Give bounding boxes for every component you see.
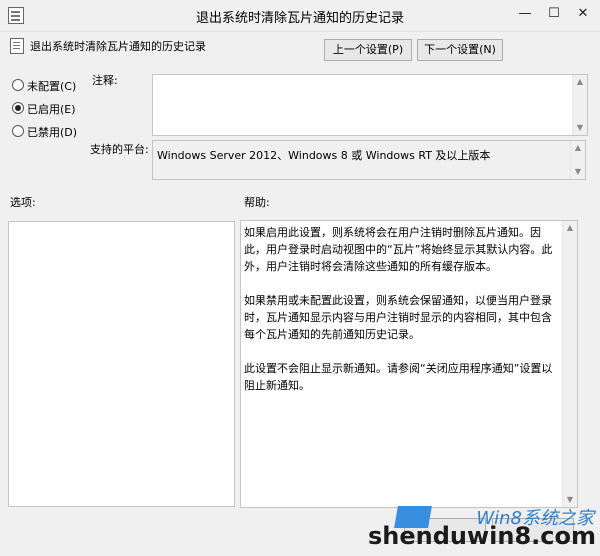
- policy-document-icon: [10, 38, 24, 54]
- comment-scrollbar[interactable]: ▲ ▼: [572, 75, 587, 135]
- policy-name: 退出系统时清除瓦片通知的历史记录: [30, 40, 206, 53]
- options-label: 选项:: [10, 196, 36, 209]
- maximize-button[interactable]: ☐: [541, 4, 567, 24]
- scroll-up-arrow-icon[interactable]: ▲: [573, 143, 583, 153]
- radio-not-configured[interactable]: 未配置(C): [12, 78, 76, 94]
- radio-circle-icon[interactable]: [12, 125, 24, 137]
- scroll-down-arrow-icon[interactable]: ▼: [575, 123, 585, 133]
- radio-circle-icon[interactable]: [12, 79, 24, 91]
- help-paragraph: 此设置不会阻止显示新通知。请参阅“关闭应用程序通知”设置以阻止新通知。: [244, 362, 553, 392]
- comment-label: 注释:: [92, 74, 118, 87]
- help-pane: 如果启用此设置，则系统将会在用户注销时删除瓦片通知。因此，用户登录时启动视图中的…: [240, 220, 578, 508]
- platform-value: Windows Server 2012、Windows 8 或 Windows …: [157, 149, 491, 162]
- radio-circle-checked-icon[interactable]: [12, 102, 24, 114]
- radio-label: 已启用(E): [27, 103, 76, 116]
- help-text: 如果启用此设置，则系统将会在用户注销时删除瓦片通知。因此，用户登录时启动视图中的…: [244, 224, 559, 411]
- radio-label: 已禁用(D): [27, 126, 78, 139]
- platform-label: 支持的平台:: [90, 143, 149, 156]
- radio-disabled[interactable]: 已禁用(D): [12, 124, 77, 140]
- close-button[interactable]: ✕: [570, 4, 596, 24]
- watermark-url: shenduwin8.com: [367, 522, 596, 550]
- previous-setting-button[interactable]: 上一个设置(P): [324, 39, 412, 61]
- radio-enabled[interactable]: 已启用(E): [12, 101, 76, 117]
- title-bar: 退出系统时清除瓦片通知的历史记录 — ☐ ✕: [0, 0, 600, 32]
- platform-box: Windows Server 2012、Windows 8 或 Windows …: [152, 140, 586, 180]
- scroll-down-arrow-icon[interactable]: ▼: [573, 167, 583, 177]
- window-title: 退出系统时清除瓦片通知的历史记录: [195, 11, 404, 26]
- help-scrollbar[interactable]: ▲ ▼: [562, 221, 577, 507]
- options-pane: [8, 221, 235, 507]
- help-label: 帮助:: [244, 196, 270, 209]
- radio-label: 未配置(C): [27, 80, 77, 93]
- minimize-button[interactable]: —: [512, 4, 538, 24]
- next-setting-button[interactable]: 下一个设置(N): [417, 39, 503, 61]
- help-paragraph: 如果禁用或未配置此设置，则系统会保留通知，以便当用户登录时，瓦片通知显示内容与用…: [244, 294, 552, 341]
- help-paragraph: 如果启用此设置，则系统将会在用户注销时删除瓦片通知。因此，用户登录时启动视图中的…: [244, 226, 553, 273]
- scroll-up-arrow-icon[interactable]: ▲: [575, 77, 585, 87]
- comment-textarea[interactable]: ▲ ▼: [152, 74, 588, 136]
- watermark: Win8系统之家 shenduwin8.com: [368, 504, 596, 550]
- scroll-up-arrow-icon[interactable]: ▲: [565, 223, 575, 233]
- platform-scrollbar[interactable]: ▲ ▼: [570, 141, 585, 179]
